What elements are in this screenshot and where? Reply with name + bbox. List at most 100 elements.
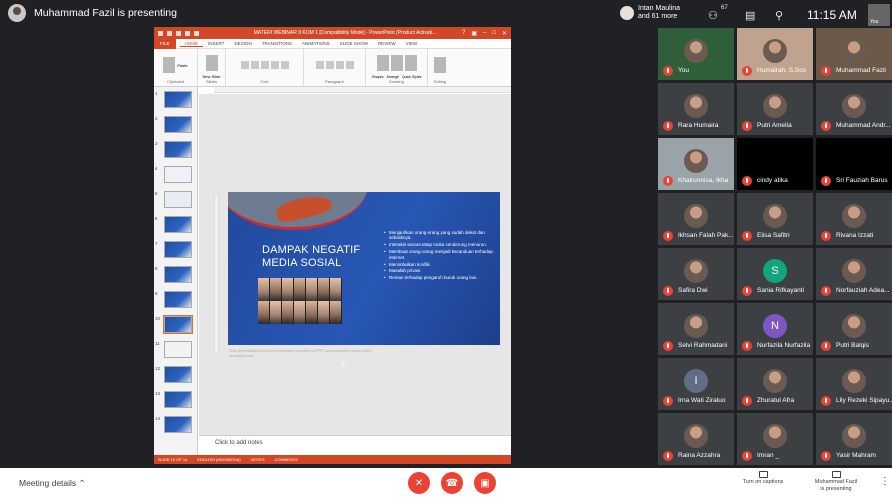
window-controls[interactable]: ? ▣ – □ ✕ (462, 30, 507, 37)
maximize-icon[interactable]: □ (492, 30, 496, 37)
tab-transitions[interactable]: TRANSITIONS (257, 41, 297, 46)
participant-tile[interactable]: cindy atika (737, 138, 813, 190)
participant-tile[interactable]: Raina Azzahra (658, 413, 734, 465)
participant-tile[interactable]: Khairunnisa, Ikha (658, 138, 734, 190)
participant-tile[interactable]: Lily Rezeki Sipayu... (816, 358, 892, 410)
tab-design[interactable]: DESIGN (229, 41, 256, 46)
help-icon[interactable]: ? (462, 30, 465, 37)
line-spacing-icon[interactable] (345, 61, 354, 69)
slide-thumbnail-pane: 1 2 3 4 5 6 7 8 9 10 11 12 13 14 (154, 87, 198, 457)
slide-thumbnail[interactable] (164, 141, 192, 158)
language-indicator[interactable]: ENGLISH (INDONESIA) (197, 457, 240, 462)
quick-styles-icon[interactable] (404, 55, 417, 71)
participant-tile[interactable]: You (658, 28, 734, 80)
slide-thumbnail[interactable] (164, 116, 192, 133)
participant-tile[interactable]: Putri Balqis (816, 303, 892, 355)
meeting-details-button[interactable]: Meeting details ⌃ (19, 478, 86, 489)
activities-icon[interactable]: ⚲ (775, 9, 783, 22)
editing-button[interactable]: Editing (434, 79, 446, 84)
slide-photo[interactable] (258, 278, 342, 324)
tab-animations[interactable]: ANIMATIONS (297, 41, 335, 46)
self-view[interactable]: You (868, 4, 890, 26)
shapes-icon[interactable] (376, 55, 389, 71)
participant-tile[interactable]: Yasir Mahram (816, 413, 892, 465)
slide-thumbnail-selected[interactable] (163, 315, 193, 334)
align-icon[interactable] (335, 61, 344, 69)
ribbon-display-icon[interactable]: ▣ (471, 30, 477, 37)
slide-thumbnail[interactable] (164, 391, 192, 408)
slide-thumbnail[interactable] (164, 191, 192, 208)
slide-bullet-list[interactable]: Menjauhkan orang-orang yang sudah dekat … (384, 230, 494, 282)
arrange-icon[interactable] (390, 55, 403, 71)
slide-thumbnail[interactable] (164, 166, 192, 183)
captions-button[interactable]: Turn on captions (738, 471, 788, 486)
numbering-icon[interactable] (325, 61, 334, 69)
slide-thumbnail[interactable] (164, 266, 192, 283)
more-options-icon[interactable]: ⋮ (880, 476, 890, 487)
participant-tile[interactable]: Rara Humaira (658, 83, 734, 135)
font-color-icon[interactable] (270, 61, 279, 69)
underline-icon[interactable] (260, 61, 269, 69)
paste-icon[interactable] (163, 57, 176, 73)
font-size-icon[interactable] (280, 61, 289, 69)
slide-thumbnail[interactable] (164, 291, 192, 308)
participant-tile[interactable]: Humairah, S.Sos (737, 28, 813, 80)
tab-file[interactable]: FILE (154, 38, 176, 49)
people-icon[interactable]: ⚇ (708, 9, 718, 22)
slide-thumbnail[interactable] (164, 341, 192, 358)
slide-thumbnail[interactable] (164, 91, 192, 108)
quick-styles-button[interactable]: Quick Styles (402, 75, 421, 79)
comments-toggle[interactable]: COMMENTS (274, 457, 297, 462)
participant-tile[interactable]: S Sania Rifkayanti (737, 248, 813, 300)
leave-call-button[interactable]: ☎ (441, 472, 463, 494)
italic-icon[interactable] (250, 61, 259, 69)
camera-off-button[interactable]: ▣ (474, 472, 496, 494)
participant-tile[interactable]: Safira Dwi (658, 248, 734, 300)
participant-tile[interactable]: Norfauziah Adea... (816, 248, 892, 300)
participant-tile[interactable]: Muhammad Andr... (816, 83, 892, 135)
slide-thumbnail[interactable] (164, 416, 192, 433)
slide-thumbnail[interactable] (164, 366, 192, 383)
mic-off-button[interactable]: ✕ (408, 472, 430, 494)
participant-name: You (678, 67, 689, 74)
participant-tile[interactable]: Sri Fauziah Barus (816, 138, 892, 190)
horizontal-ruler (214, 87, 511, 93)
tab-review[interactable]: REVIEW (373, 41, 401, 46)
participant-tile[interactable]: Putri Amelia (737, 83, 813, 135)
presenting-button[interactable]: Muhammad Fazil is presenting (808, 471, 864, 493)
slide-number: 9 (155, 291, 158, 296)
minimize-icon[interactable]: – (483, 30, 486, 37)
participant-tile[interactable]: Imran _ (737, 413, 813, 465)
slide-editor[interactable]: DAMPAK NEGATIF MEDIA SOSIAL Menjauhkan o… (199, 94, 511, 464)
slide-counter: SLIDE 10 OF 14 (158, 457, 188, 462)
find-icon[interactable] (434, 57, 446, 73)
participant-tile[interactable]: Muhammad Fazil (816, 28, 892, 80)
participant-tile[interactable]: Zhuratul Afra (737, 358, 813, 410)
shapes-button[interactable]: Shapes (372, 75, 384, 79)
new-slide-icon[interactable] (205, 54, 218, 71)
slide-thumbnail[interactable] (164, 216, 192, 233)
participant-tile[interactable]: N Nurfazila Nurfazila (737, 303, 813, 355)
current-slide[interactable]: DAMPAK NEGATIF MEDIA SOSIAL Menjauhkan o… (228, 192, 500, 345)
notes-toggle[interactable]: NOTES (251, 457, 265, 462)
slide-title[interactable]: DAMPAK NEGATIF MEDIA SOSIAL (262, 244, 360, 270)
tab-view[interactable]: VIEW (401, 41, 423, 46)
participant-summary[interactable]: Intan Maulina and 61 more (620, 5, 680, 21)
chat-icon[interactable]: ▤ (745, 9, 755, 22)
tab-home[interactable]: HOME (179, 41, 204, 47)
close-icon[interactable]: ✕ (502, 30, 507, 37)
participant-tile[interactable]: Selvi Rahmadani (658, 303, 734, 355)
tab-insert[interactable]: INSERT (203, 41, 229, 46)
bullets-icon[interactable] (315, 61, 324, 69)
paste-button[interactable]: Paste (177, 63, 187, 68)
notes-pane[interactable]: Click to add notes (199, 435, 511, 455)
participant-tile[interactable]: I Irna Wati Ziraluo (658, 358, 734, 410)
participant-tile[interactable]: Ikhsan Falah Pak... (658, 193, 734, 245)
slide-thumbnail[interactable] (164, 241, 192, 258)
mic-muted-icon (821, 66, 831, 76)
participant-tile[interactable]: Rivana Izzati (816, 193, 892, 245)
bold-icon[interactable] (240, 61, 249, 69)
quick-access-toolbar[interactable] (158, 30, 228, 36)
tab-slide-show[interactable]: SLIDE SHOW (335, 41, 373, 46)
participant-tile[interactable]: Elisa Safitri (737, 193, 813, 245)
